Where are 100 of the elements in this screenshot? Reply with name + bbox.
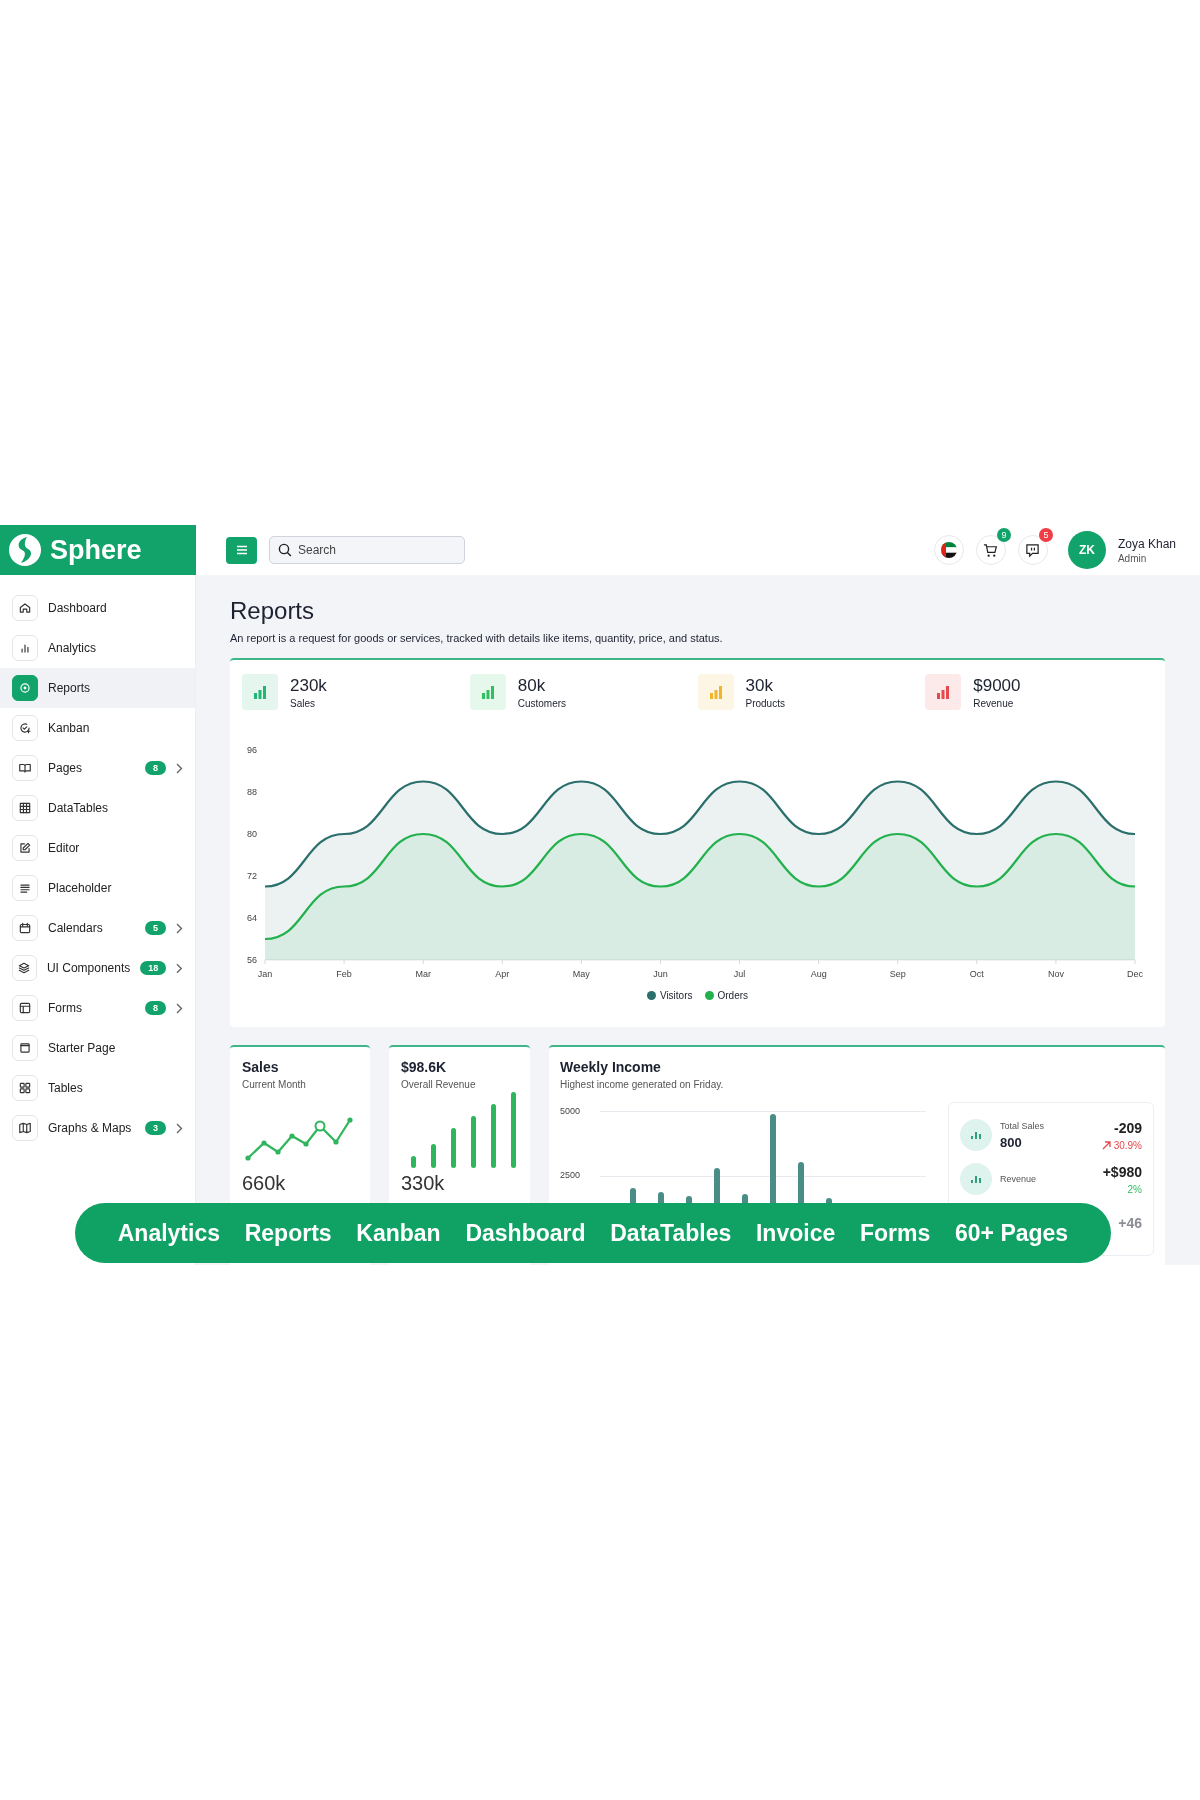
axis-label: Jul bbox=[733, 969, 746, 979]
user-name: Zoya Khan bbox=[1117, 536, 1176, 551]
sidebar-item[interactable]: Forms 8 bbox=[0, 988, 195, 1028]
bar-chart-icon bbox=[960, 1119, 992, 1151]
book-icon bbox=[12, 755, 38, 781]
sidebar-item[interactable]: Starter Page bbox=[0, 1028, 195, 1068]
axis-label: Mar bbox=[415, 969, 431, 979]
chart-bar bbox=[411, 1156, 416, 1168]
sidebar-item[interactable]: Pages 8 bbox=[0, 748, 195, 788]
feature-label: Forms bbox=[859, 1219, 931, 1247]
page-description: An report is a request for goods or services, tracked with details like items, quantity, price, and status. bbox=[230, 632, 724, 644]
legend-label[interactable]: Orders bbox=[717, 990, 749, 1001]
menu-icon bbox=[235, 545, 248, 555]
card-value: 330k bbox=[401, 1172, 446, 1195]
sidebar-item[interactable]: Reports bbox=[0, 668, 195, 708]
card-title: $98.6K bbox=[401, 1059, 448, 1075]
axis-label: Dec bbox=[1127, 969, 1143, 979]
page-title: Reports bbox=[230, 597, 316, 625]
feature-label: DataTables bbox=[610, 1219, 732, 1247]
sidebar-item[interactable]: Editor bbox=[0, 828, 195, 868]
sidebar-item[interactable]: Tables bbox=[0, 1068, 195, 1108]
stat-label: Customers bbox=[517, 697, 567, 709]
axis-label: 64 bbox=[247, 913, 257, 923]
axis-label: 5000 bbox=[560, 1106, 582, 1116]
four-squares-icon bbox=[12, 1075, 38, 1101]
search-field[interactable]: Search bbox=[269, 536, 465, 564]
chart-bar bbox=[491, 1104, 496, 1168]
sidebar-item[interactable]: Dashboard bbox=[0, 588, 195, 628]
stat-value: 80k bbox=[517, 675, 547, 696]
card-subtitle: Highest income generated on Friday. bbox=[560, 1079, 725, 1090]
chat-icon bbox=[1025, 542, 1041, 558]
count-badge: 8 bbox=[145, 1001, 166, 1015]
bar-chart-icon bbox=[469, 674, 506, 710]
sidebar-item[interactable]: DataTables bbox=[0, 788, 195, 828]
summary-label: Revenue bbox=[1000, 1174, 1038, 1184]
summary-value: 800 bbox=[1000, 1134, 1023, 1150]
menu-button[interactable] bbox=[226, 536, 257, 564]
count-badge: 9 bbox=[996, 528, 1011, 542]
sidebar-item[interactable]: UI Components 18 bbox=[0, 948, 195, 988]
bar-chart-icon bbox=[925, 674, 962, 710]
target-icon bbox=[12, 675, 38, 701]
axis-label: Aug bbox=[810, 969, 827, 979]
feature-label: Kanban bbox=[356, 1219, 441, 1247]
sidebar-item[interactable]: Graphs & Maps 3 bbox=[0, 1108, 195, 1148]
change-value: +$980 bbox=[1102, 1163, 1142, 1180]
home-icon bbox=[12, 595, 38, 621]
edit-icon bbox=[12, 835, 38, 861]
axis-label: Jun bbox=[653, 969, 668, 979]
count-badge: 5 bbox=[145, 921, 166, 935]
card-title: Sales bbox=[242, 1059, 280, 1075]
legend-label[interactable]: Visitors bbox=[659, 990, 693, 1001]
layers-icon bbox=[12, 955, 37, 981]
feature-label: Invoice bbox=[756, 1219, 836, 1247]
axis-label: 2500 bbox=[560, 1170, 582, 1180]
axis-label: Oct bbox=[969, 969, 984, 979]
square-icon bbox=[12, 1035, 38, 1061]
sidebar-item[interactable]: Calendars 5 bbox=[0, 908, 195, 948]
change-percent: 30.9% bbox=[1101, 1139, 1142, 1151]
change-value: +46 bbox=[1118, 1215, 1142, 1231]
count-badge: 3 bbox=[145, 1121, 166, 1135]
card-title: Weekly Income bbox=[560, 1059, 662, 1075]
grid-icon bbox=[12, 795, 38, 821]
sidebar-item[interactable]: Analytics bbox=[0, 628, 195, 668]
summary-label: Total Sales bbox=[1000, 1120, 1046, 1131]
arrow-icon bbox=[1101, 1140, 1111, 1150]
brand-name: Sphere bbox=[50, 534, 142, 566]
user-role: Admin bbox=[1117, 552, 1148, 564]
stat-value: 30k bbox=[745, 675, 774, 696]
feature-label: Reports bbox=[244, 1219, 332, 1247]
stat-label: Revenue bbox=[973, 697, 1015, 709]
card-subtitle: Current Month bbox=[242, 1079, 307, 1090]
map-icon bbox=[12, 1115, 38, 1141]
bar-chart-icon bbox=[960, 1163, 992, 1195]
chart-bar bbox=[471, 1116, 476, 1168]
change-percent: 2% bbox=[1127, 1183, 1142, 1195]
axis-label: Feb bbox=[336, 969, 352, 979]
logo-icon bbox=[8, 533, 42, 567]
feature-label: Analytics bbox=[117, 1219, 220, 1247]
bar-chart-icon bbox=[242, 674, 278, 710]
card-subtitle: Overall Revenue bbox=[401, 1079, 477, 1090]
flag-icon[interactable] bbox=[933, 535, 964, 565]
lines-icon bbox=[12, 875, 38, 901]
axis-label: May bbox=[572, 969, 590, 979]
change-value: -209 bbox=[1113, 1119, 1142, 1136]
bar-chart-icon bbox=[12, 635, 38, 661]
sidebar-item[interactable]: Placeholder bbox=[0, 868, 195, 908]
chart-bar bbox=[451, 1128, 456, 1168]
card-value: 660k bbox=[242, 1172, 287, 1195]
axis-label: 56 bbox=[247, 955, 257, 965]
sidebar-item[interactable]: Kanban bbox=[0, 708, 195, 748]
cart-icon bbox=[983, 542, 999, 558]
stat-label: Products bbox=[745, 697, 785, 709]
stat-value: 230k bbox=[290, 675, 327, 696]
count-badge: 18 bbox=[140, 961, 167, 975]
axis-label: 72 bbox=[247, 871, 257, 881]
count-badge: 8 bbox=[145, 761, 166, 775]
chart-bar bbox=[431, 1144, 436, 1168]
axis-label: Sep bbox=[889, 969, 906, 979]
layout-icon bbox=[12, 995, 38, 1021]
stat-value: $9000 bbox=[973, 675, 1021, 696]
